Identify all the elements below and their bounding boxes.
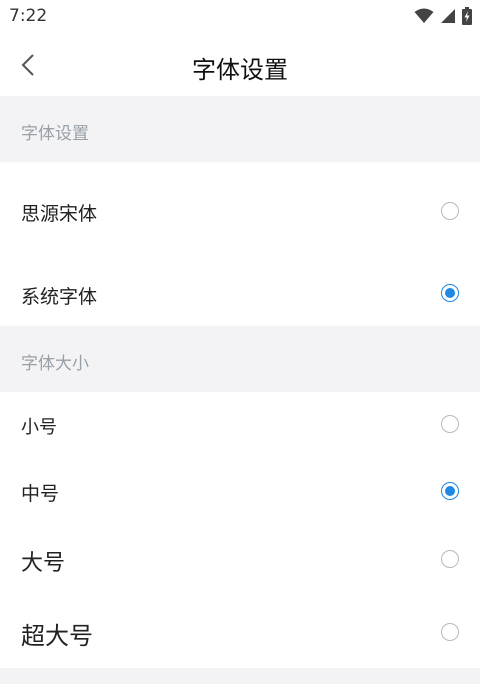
option-label: 思源宋体 (21, 203, 98, 225)
section-title: 字体设置 (21, 124, 89, 144)
radio-button-selected[interactable] (441, 482, 459, 500)
page-title: 字体设置 (192, 56, 288, 84)
section-header-font-size: 字体大小 (0, 326, 480, 392)
bottom-divider (0, 668, 480, 684)
battery-charging-icon (462, 7, 472, 25)
section-header-font-family: 字体设置 (0, 96, 480, 162)
cell-signal-icon (441, 9, 455, 23)
option-size-small[interactable]: 小号 (0, 392, 480, 458)
nav-bar: 字体设置 (0, 34, 480, 96)
status-time: 7:22 (9, 6, 48, 26)
option-size-medium[interactable]: 中号 (0, 458, 480, 524)
status-bar: 7:22 (0, 0, 480, 34)
wifi-icon (414, 8, 434, 23)
option-system-font[interactable]: 系统字体 (0, 258, 480, 326)
radio-button[interactable] (441, 202, 459, 220)
option-label: 中号 (21, 483, 60, 505)
option-label: 小号 (21, 417, 57, 438)
option-siyuan-songti[interactable]: 思源宋体 (0, 162, 480, 258)
option-label: 超大号 (21, 622, 93, 650)
option-label: 系统字体 (21, 286, 98, 308)
radio-button-selected[interactable] (441, 284, 459, 302)
option-label: 大号 (21, 551, 66, 576)
radio-button[interactable] (441, 415, 459, 433)
option-size-large[interactable]: 大号 (0, 524, 480, 594)
section-title: 字体大小 (21, 354, 89, 374)
status-icons (414, 7, 472, 25)
radio-button[interactable] (441, 550, 459, 568)
option-size-extra-large[interactable]: 超大号 (0, 594, 480, 668)
radio-button[interactable] (441, 623, 459, 641)
